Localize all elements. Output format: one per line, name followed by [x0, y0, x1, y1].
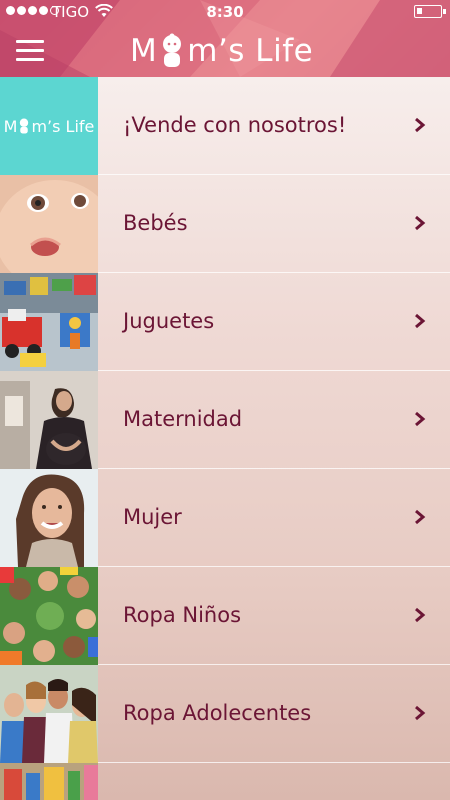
smiling-woman-photo-thumbnail	[0, 469, 98, 567]
mom-life-logo-thumbnail: M m’s Life	[0, 77, 98, 175]
list-item-mujer[interactable]: Mujer	[0, 469, 450, 567]
baby-icon	[20, 118, 29, 134]
baby-photo-thumbnail	[0, 175, 98, 273]
list-item-label: Maternidad	[123, 407, 243, 431]
chevron-right-icon	[415, 313, 426, 329]
logo-letter-m: M	[130, 33, 158, 69]
list-item-juguetes[interactable]: Juguetes	[0, 273, 450, 371]
list-item-label: Juguetes	[123, 309, 215, 333]
status-time: 8:30	[206, 3, 244, 21]
list-item-label: Bebés	[123, 211, 188, 235]
battery-icon	[414, 5, 446, 18]
baby-icon	[163, 33, 182, 67]
list-item-vende[interactable]: M m’s Life ¡Vende con nosotros!	[0, 77, 450, 175]
logo-text: m’s Life	[187, 33, 314, 69]
list-item-label: Ropa Niños	[123, 603, 242, 627]
list-item-maternidad[interactable]: Maternidad	[0, 371, 450, 469]
chevron-right-icon	[415, 607, 426, 623]
chevron-right-icon	[415, 215, 426, 231]
children-circle-photo-thumbnail	[0, 567, 98, 665]
toys-photo-thumbnail	[0, 273, 98, 371]
partial-photo-thumbnail	[0, 763, 98, 800]
hamburger-menu-button[interactable]	[16, 40, 44, 61]
pregnant-woman-photo-thumbnail	[0, 371, 98, 469]
app-logo: M m’s Life	[130, 33, 313, 77]
app-header: TIGO 8:30 M m’s Life	[0, 0, 450, 77]
teenagers-photo-thumbnail	[0, 665, 98, 763]
list-item-label: Ropa Adolecentes	[123, 701, 312, 725]
chevron-right-icon	[415, 509, 426, 525]
chevron-right-icon	[415, 411, 426, 427]
list-item-partial[interactable]	[0, 763, 450, 800]
chevron-right-icon	[415, 705, 426, 721]
list-item-label: ¡Vende con nosotros!	[123, 113, 347, 137]
list-item-label: Mujer	[123, 505, 182, 529]
chevron-right-icon	[415, 117, 426, 133]
category-list: M m’s Life ¡Vende con nosotros! Bebés Ju…	[0, 77, 450, 800]
list-item-ropa-ninos[interactable]: Ropa Niños	[0, 567, 450, 665]
list-item-bebes[interactable]: Bebés	[0, 175, 450, 273]
status-bar: TIGO 8:30	[0, 0, 450, 24]
list-item-ropa-adolecentes[interactable]: Ropa Adolecentes	[0, 665, 450, 763]
